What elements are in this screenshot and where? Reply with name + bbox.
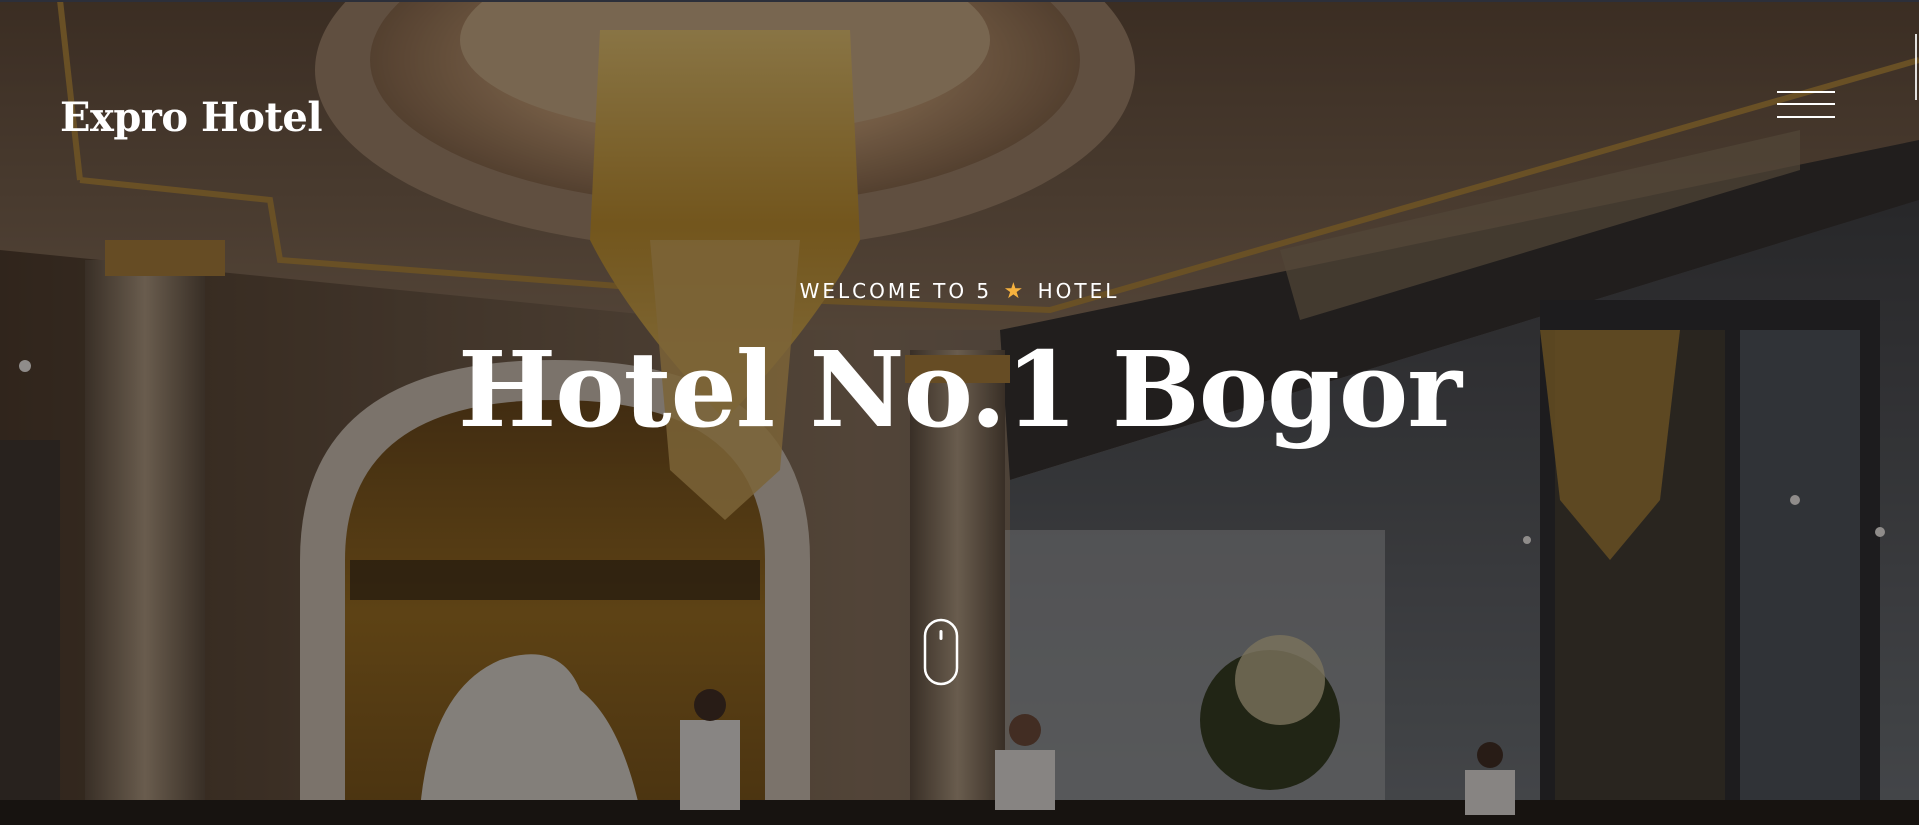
mouse-scroll-icon[interactable] xyxy=(923,618,959,686)
menu-line xyxy=(1777,116,1835,118)
brand-logo-link[interactable]: Expro Hotel xyxy=(60,98,323,138)
star-icon: ★ xyxy=(1003,279,1027,304)
hero-section: Expro Hotel WELCOME TO 5 ★ HOTEL Hotel N… xyxy=(0,0,1919,825)
welcome-prefix: WELCOME TO 5 xyxy=(799,279,993,303)
hero-title: Hotel No.1 Bogor xyxy=(457,328,1462,451)
menu-line xyxy=(1777,103,1835,105)
menu-line xyxy=(1777,91,1835,93)
welcome-suffix: HOTEL xyxy=(1037,279,1120,303)
hero-welcome-text: WELCOME TO 5 ★ HOTEL xyxy=(0,281,1919,303)
top-border xyxy=(0,0,1919,2)
hamburger-menu-icon[interactable] xyxy=(1775,88,1837,128)
scrollbar-thumb[interactable] xyxy=(1915,34,1917,100)
